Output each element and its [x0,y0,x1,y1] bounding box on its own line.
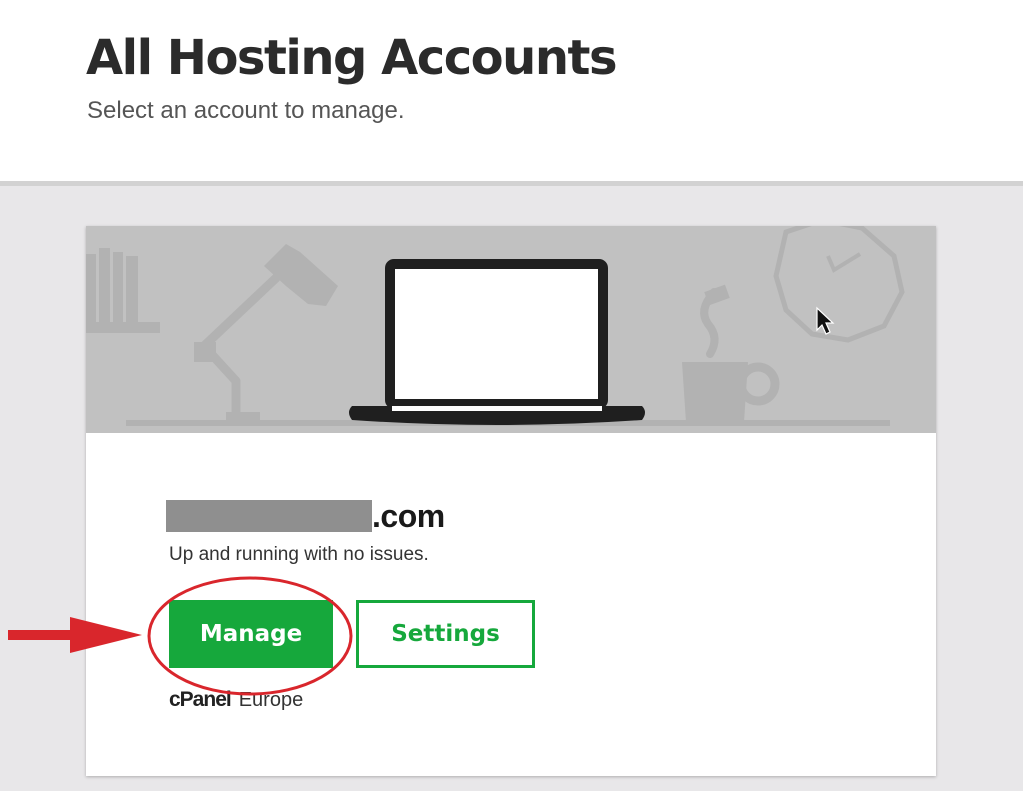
mouse-cursor-icon [816,306,835,335]
cpanel-logo: cPanel [169,688,232,711]
account-plan-info: cPanel Europe [169,688,303,712]
page-header: All Hosting Accounts Select an account t… [0,0,1023,181]
card-banner [86,226,936,433]
coffee-cup-illustration [682,284,780,422]
manage-button[interactable]: Manage [169,600,333,668]
domain-redaction [166,500,372,532]
desk-lamp-illustration [194,273,281,420]
account-status: Up and running with no issues. [169,544,429,565]
account-region: Europe [238,689,304,711]
domain-tld: .com [372,497,445,534]
page-title: All Hosting Accounts [86,30,618,86]
settings-button[interactable]: Settings [356,600,535,668]
banner-illustration [86,226,905,426]
bookshelf-illustration [86,248,160,333]
laptop-illustration [349,259,645,425]
lamp-shade [264,244,338,306]
account-domain: .com [166,496,445,536]
hosting-account-card: .com Up and running with no issues. Mana… [86,226,936,776]
clock-illustration [773,226,905,343]
page-subtitle: Select an account to manage. [87,97,405,124]
